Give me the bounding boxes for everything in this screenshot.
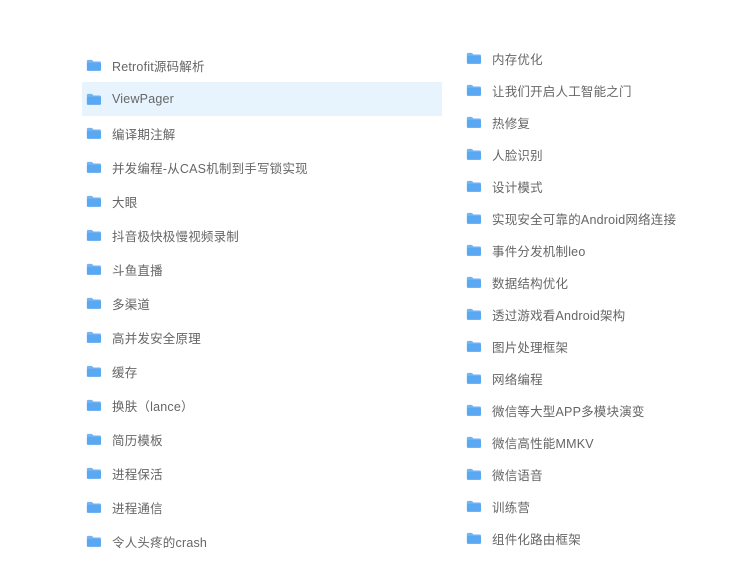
folder-icon bbox=[466, 468, 482, 481]
folder-item[interactable]: 让我们开启人工智能之门 bbox=[462, 74, 748, 106]
folder-label: 训练营 bbox=[492, 497, 530, 516]
folder-icon bbox=[86, 229, 102, 242]
folder-item[interactable]: 训练营 bbox=[462, 490, 748, 522]
folder-label: 并发编程-从CAS机制到手写锁实现 bbox=[112, 158, 308, 177]
folder-item[interactable]: 热修复 bbox=[462, 106, 748, 138]
folder-label: 透过游戏看Android架构 bbox=[492, 305, 625, 324]
folder-icon bbox=[466, 404, 482, 417]
folder-item[interactable]: 进程通信 bbox=[82, 490, 442, 524]
folder-label: 人脸识别 bbox=[492, 145, 543, 164]
folder-item[interactable]: 数据结构优化 bbox=[462, 266, 748, 298]
folder-item[interactable]: 组件化路由框架 bbox=[462, 522, 748, 554]
folder-item[interactable]: 令人头疼的crash bbox=[82, 524, 442, 558]
folder-label: 抖音极快极慢视频录制 bbox=[112, 226, 239, 245]
folder-label: 微信语音 bbox=[492, 465, 543, 484]
folder-icon bbox=[466, 340, 482, 353]
folder-label: 进程通信 bbox=[112, 498, 163, 517]
folder-label: 组件化路由框架 bbox=[492, 529, 581, 548]
folder-column-left: Retrofit源码解析 ViewPager 编译期注解并发编程-从CAS机制到手写… bbox=[82, 0, 442, 558]
folder-label: 设计模式 bbox=[492, 177, 543, 196]
folder-icon bbox=[466, 52, 482, 65]
folder-label: 进程保活 bbox=[112, 464, 163, 483]
folder-item[interactable]: 编译期注解 bbox=[82, 116, 442, 150]
folder-item[interactable]: 换肤（lance） bbox=[82, 388, 442, 422]
folder-item[interactable]: ViewPager bbox=[82, 82, 442, 116]
folder-label: 多渠道 bbox=[112, 294, 150, 313]
folder-icon bbox=[86, 59, 102, 72]
folder-label: 微信高性能MMKV bbox=[492, 433, 594, 452]
folder-icon bbox=[86, 297, 102, 310]
folder-item[interactable]: 缓存 bbox=[82, 354, 442, 388]
folder-icon bbox=[86, 535, 102, 548]
folder-item[interactable]: 微信等大型APP多模块演变 bbox=[462, 394, 748, 426]
folder-label: 令人头疼的crash bbox=[112, 532, 207, 551]
folder-item[interactable]: 图片处理框架 bbox=[462, 330, 748, 362]
folder-icon bbox=[466, 308, 482, 321]
folder-item[interactable]: 微信高性能MMKV bbox=[462, 426, 748, 458]
folder-icon bbox=[466, 148, 482, 161]
folder-label: 事件分发机制leo bbox=[492, 241, 585, 260]
folder-label: 换肤（lance） bbox=[112, 396, 194, 415]
folder-label: 让我们开启人工智能之门 bbox=[492, 81, 632, 100]
folder-icon bbox=[86, 399, 102, 412]
folder-item[interactable]: 进程保活 bbox=[82, 456, 442, 490]
folder-icon bbox=[86, 501, 102, 514]
folder-icon bbox=[466, 84, 482, 97]
folder-item[interactable]: Retrofit源码解析 bbox=[82, 48, 442, 82]
folder-label: 数据结构优化 bbox=[492, 273, 568, 292]
folder-icon bbox=[466, 436, 482, 449]
folder-icon bbox=[86, 263, 102, 276]
folder-icon bbox=[466, 244, 482, 257]
folder-item[interactable]: 并发编程-从CAS机制到手写锁实现 bbox=[82, 150, 442, 184]
folder-item[interactable]: 高并发安全原理 bbox=[82, 320, 442, 354]
folder-item[interactable]: 斗鱼直播 bbox=[82, 252, 442, 286]
folder-item[interactable]: 人脸识别 bbox=[462, 138, 748, 170]
folder-icon bbox=[86, 467, 102, 480]
folder-icon bbox=[466, 532, 482, 545]
folder-icon bbox=[86, 433, 102, 446]
folder-label: 图片处理框架 bbox=[492, 337, 568, 356]
folder-label: 简历模板 bbox=[112, 430, 163, 449]
folder-item[interactable]: 大眼 bbox=[82, 184, 442, 218]
folder-label: Retrofit源码解析 bbox=[112, 56, 205, 75]
folder-icon bbox=[466, 500, 482, 513]
folder-item[interactable]: 抖音极快极慢视频录制 bbox=[82, 218, 442, 252]
folder-item[interactable]: 多渠道 bbox=[82, 286, 442, 320]
folder-item[interactable]: 实现安全可靠的Android网络连接 bbox=[462, 202, 748, 234]
folder-label: 编译期注解 bbox=[112, 124, 176, 143]
folder-item[interactable]: 简历模板 bbox=[82, 422, 442, 456]
folder-icon bbox=[86, 195, 102, 208]
folder-label: 实现安全可靠的Android网络连接 bbox=[492, 209, 676, 228]
folder-icon bbox=[466, 116, 482, 129]
folder-icon bbox=[86, 127, 102, 140]
folder-label: 高并发安全原理 bbox=[112, 328, 201, 347]
folder-label: 内存优化 bbox=[492, 49, 543, 68]
folder-icon bbox=[86, 365, 102, 378]
folder-label: 网络编程 bbox=[492, 369, 543, 388]
folder-label: ViewPager bbox=[112, 92, 174, 106]
folder-label: 微信等大型APP多模块演变 bbox=[492, 401, 645, 420]
folder-icon bbox=[466, 180, 482, 193]
folder-item[interactable]: 网络编程 bbox=[462, 362, 748, 394]
folder-column-right: 内存优化让我们开启人工智能之门热修复人脸识别设计模式实现安全可靠的Android… bbox=[462, 0, 748, 554]
folder-icon bbox=[86, 93, 102, 106]
folder-item[interactable]: 透过游戏看Android架构 bbox=[462, 298, 748, 330]
folder-label: 大眼 bbox=[112, 192, 137, 211]
folder-icon bbox=[86, 161, 102, 174]
folder-label: 热修复 bbox=[492, 113, 530, 132]
folder-item[interactable]: 内存优化 bbox=[462, 42, 748, 74]
folder-item[interactable]: 微信语音 bbox=[462, 458, 748, 490]
folder-icon bbox=[466, 276, 482, 289]
folder-icon bbox=[86, 331, 102, 344]
folder-label: 缓存 bbox=[112, 362, 137, 381]
file-browser: Retrofit源码解析 ViewPager 编译期注解并发编程-从CAS机制到手写… bbox=[0, 0, 748, 578]
folder-item[interactable]: 事件分发机制leo bbox=[462, 234, 748, 266]
folder-icon bbox=[466, 372, 482, 385]
folder-icon bbox=[466, 212, 482, 225]
folder-label: 斗鱼直播 bbox=[112, 260, 163, 279]
folder-item[interactable]: 设计模式 bbox=[462, 170, 748, 202]
